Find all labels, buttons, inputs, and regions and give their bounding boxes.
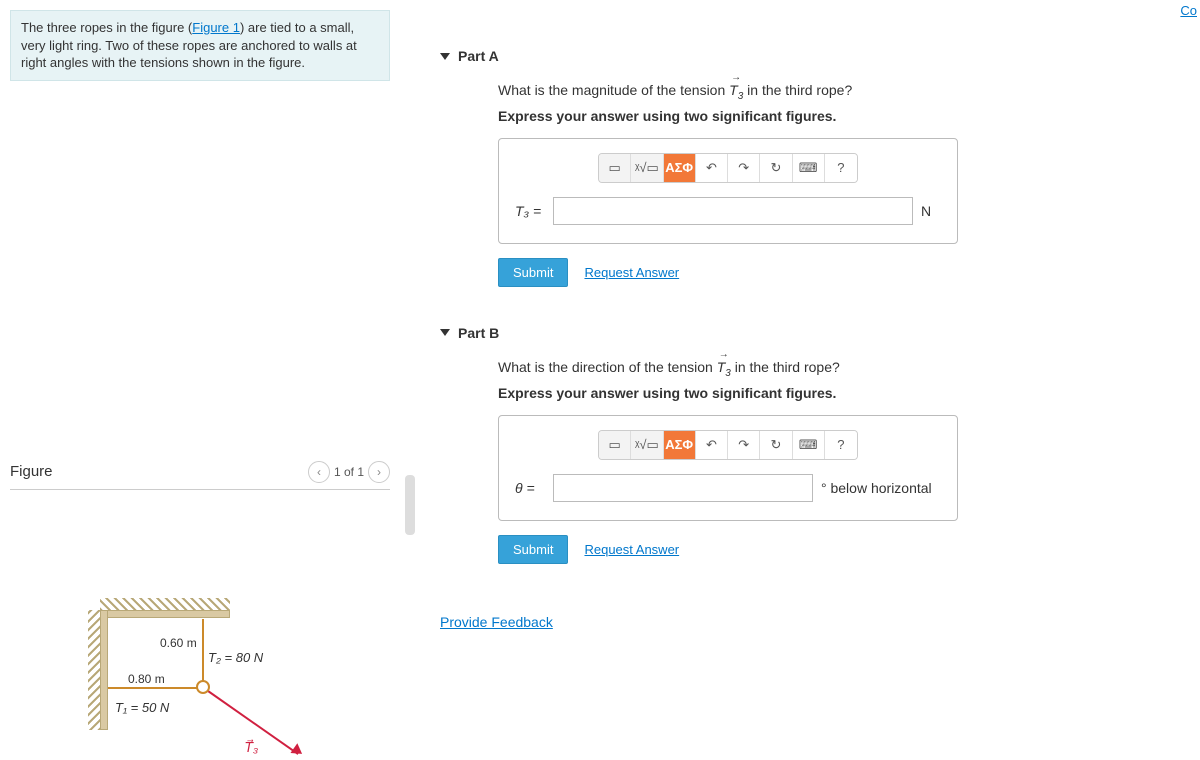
figure-prev-button[interactable]: ‹ xyxy=(308,461,330,483)
greek-symbols-button[interactable]: ΑΣΦ xyxy=(664,154,696,182)
part-b-question: What is the direction of the tension T3 … xyxy=(498,359,1180,379)
template-button[interactable]: ▭ xyxy=(599,154,631,182)
root-template-button[interactable]: ᵡ√▭ xyxy=(631,154,663,182)
part-b: Part B What is the direction of the tens… xyxy=(440,317,1180,564)
part-a-answer-input[interactable] xyxy=(553,197,913,225)
part-a-title: Part A xyxy=(458,48,499,64)
figure-link[interactable]: Figure 1 xyxy=(192,20,240,35)
figure-pager: ‹ 1 of 1 › xyxy=(308,461,390,483)
part-b-answer-unit: ° below horizontal xyxy=(821,480,941,496)
part-a-q-text-b: in the third rope? xyxy=(743,82,852,98)
figure-dim-horizontal: 0.80 m xyxy=(128,672,165,686)
part-a-toolbar: ▭ ᵡ√▭ ΑΣΦ ↶ ↷ ↻ ⌨ ? xyxy=(598,153,858,183)
part-a-submit-button[interactable]: Submit xyxy=(498,258,568,287)
part-a-header[interactable]: Part A xyxy=(440,40,1180,72)
redo-button[interactable]: ↷ xyxy=(728,154,760,182)
help-button[interactable]: ? xyxy=(825,154,857,182)
part-a: Part A What is the magnitude of the tens… xyxy=(440,40,1180,287)
part-b-submit-button[interactable]: Submit xyxy=(498,535,568,564)
keyboard-button[interactable]: ⌨ xyxy=(793,154,825,182)
part-a-answer-unit: N xyxy=(921,203,941,219)
part-a-answer-label: T₃ = xyxy=(515,203,545,219)
figure-title: Figure xyxy=(10,463,53,480)
problem-text-before: The three ropes in the figure ( xyxy=(21,20,192,35)
figure-pager-text: 1 of 1 xyxy=(334,465,364,479)
figure-t1-label: T₁ = 50 N xyxy=(115,700,169,715)
undo-button[interactable]: ↶ xyxy=(696,431,728,459)
reset-button[interactable]: ↻ xyxy=(760,154,792,182)
part-b-q-text-a: What is the direction of the tension xyxy=(498,359,717,375)
problem-statement: The three ropes in the figure (Figure 1)… xyxy=(10,10,390,81)
provide-feedback-link[interactable]: Provide Feedback xyxy=(440,614,553,630)
caret-down-icon xyxy=(440,53,450,60)
figure-next-button[interactable]: › xyxy=(368,461,390,483)
part-b-q-text-b: in the third rope? xyxy=(731,359,840,375)
root-template-button[interactable]: ᵡ√▭ xyxy=(631,431,663,459)
part-a-request-answer[interactable]: Request Answer xyxy=(584,265,679,280)
help-button[interactable]: ? xyxy=(825,431,857,459)
figure-scrollbar[interactable] xyxy=(405,475,415,535)
redo-button[interactable]: ↷ xyxy=(728,431,760,459)
figure-t3-label: T⃗₃ xyxy=(245,740,258,756)
reset-button[interactable]: ↻ xyxy=(760,431,792,459)
figure-canvas: 0.80 m 0.60 m T₁ = 50 N T₂ = 80 N T⃗₃ xyxy=(10,510,390,760)
part-b-answer-label: θ = xyxy=(515,480,545,496)
part-b-request-answer[interactable]: Request Answer xyxy=(584,542,679,557)
part-b-answer-input[interactable] xyxy=(553,474,813,502)
undo-button[interactable]: ↶ xyxy=(696,154,728,182)
part-b-answer-box: ▭ ᵡ√▭ ΑΣΦ ↶ ↷ ↻ ⌨ ? θ = ° below horizont… xyxy=(498,415,958,521)
part-b-title: Part B xyxy=(458,325,499,341)
course-link[interactable]: Co xyxy=(1180,3,1197,18)
figure-t2-label: T₂ = 80 N xyxy=(208,650,263,665)
keyboard-button[interactable]: ⌨ xyxy=(793,431,825,459)
caret-down-icon xyxy=(440,329,450,336)
template-button[interactable]: ▭ xyxy=(599,431,631,459)
figure-dim-vertical: 0.60 m xyxy=(160,636,197,650)
part-b-header[interactable]: Part B xyxy=(440,317,1180,349)
part-a-answer-box: ▭ ᵡ√▭ ΑΣΦ ↶ ↷ ↻ ⌨ ? T₃ = N xyxy=(498,138,958,244)
vector-t3-icon: T3 xyxy=(729,82,743,102)
vector-t3-icon: T3 xyxy=(717,359,731,379)
part-b-instruction: Express your answer using two significan… xyxy=(498,385,1180,401)
greek-symbols-button[interactable]: ΑΣΦ xyxy=(664,431,696,459)
part-a-question: What is the magnitude of the tension T3 … xyxy=(498,82,1180,102)
part-a-q-text-a: What is the magnitude of the tension xyxy=(498,82,729,98)
part-a-instruction: Express your answer using two significan… xyxy=(498,108,1180,124)
part-b-toolbar: ▭ ᵡ√▭ ΑΣΦ ↶ ↷ ↻ ⌨ ? xyxy=(598,430,858,460)
